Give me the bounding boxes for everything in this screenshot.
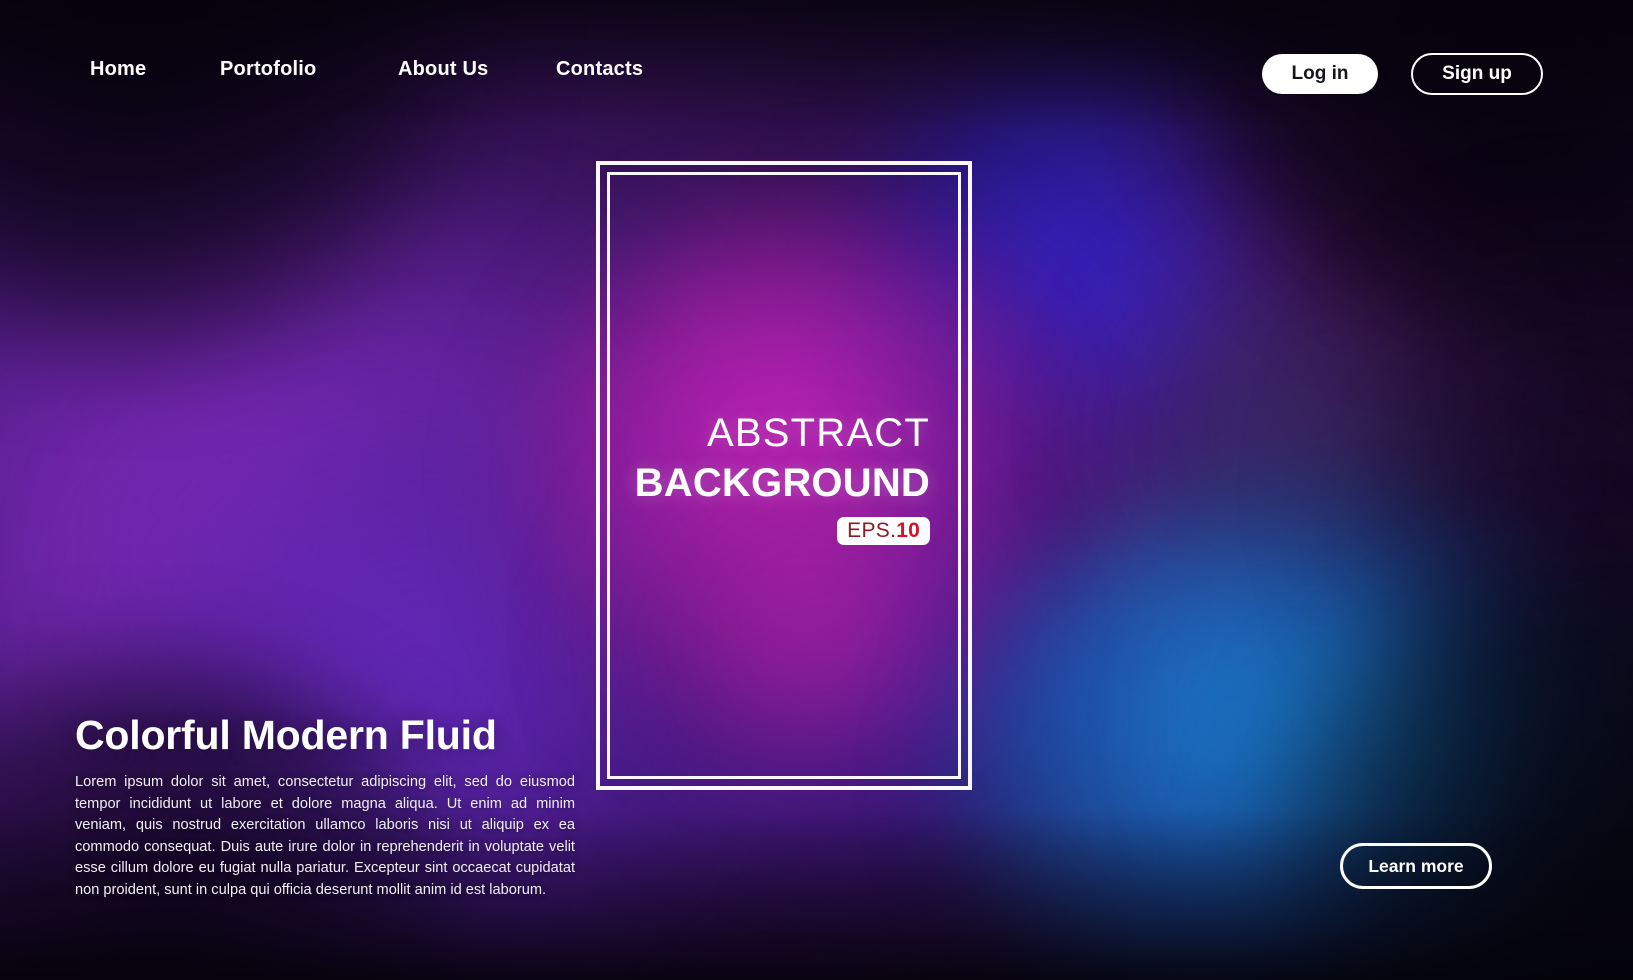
learn-more-button[interactable]: Learn more bbox=[1340, 843, 1492, 889]
poster-frame-inner-border: ABSTRACT BACKGROUND EPS. 10 bbox=[607, 172, 961, 779]
poster-title-background: BACKGROUND bbox=[634, 461, 930, 505]
nav-links: Home Portofolio About Us Contacts bbox=[90, 58, 643, 81]
poster-text-block: ABSTRACT BACKGROUND EPS. 10 bbox=[610, 412, 930, 545]
poster-title-abstract: ABSTRACT bbox=[707, 411, 930, 455]
login-button[interactable]: Log in bbox=[1262, 54, 1378, 94]
eps-badge-version: 10 bbox=[896, 519, 920, 542]
intro-block: Colorful Modern Fluid Lorem ipsum dolor … bbox=[75, 712, 575, 901]
eps-badge: EPS. 10 bbox=[837, 517, 930, 545]
nav-link-about-us[interactable]: About Us bbox=[398, 58, 556, 81]
nav-link-contacts[interactable]: Contacts bbox=[556, 58, 643, 81]
nav-actions: Log in Sign up bbox=[1262, 53, 1543, 95]
nav-link-home[interactable]: Home bbox=[90, 58, 220, 81]
navbar: Home Portofolio About Us Contacts Log in… bbox=[0, 0, 1633, 148]
nav-link-portofolio[interactable]: Portofolio bbox=[220, 58, 398, 81]
eps-badge-label: EPS. bbox=[847, 519, 897, 542]
intro-paragraph: Lorem ipsum dolor sit amet, consectetur … bbox=[75, 773, 575, 898]
page-title: Colorful Modern Fluid bbox=[75, 712, 497, 758]
signup-button[interactable]: Sign up bbox=[1411, 53, 1543, 95]
poster-frame: ABSTRACT BACKGROUND EPS. 10 bbox=[596, 161, 972, 790]
